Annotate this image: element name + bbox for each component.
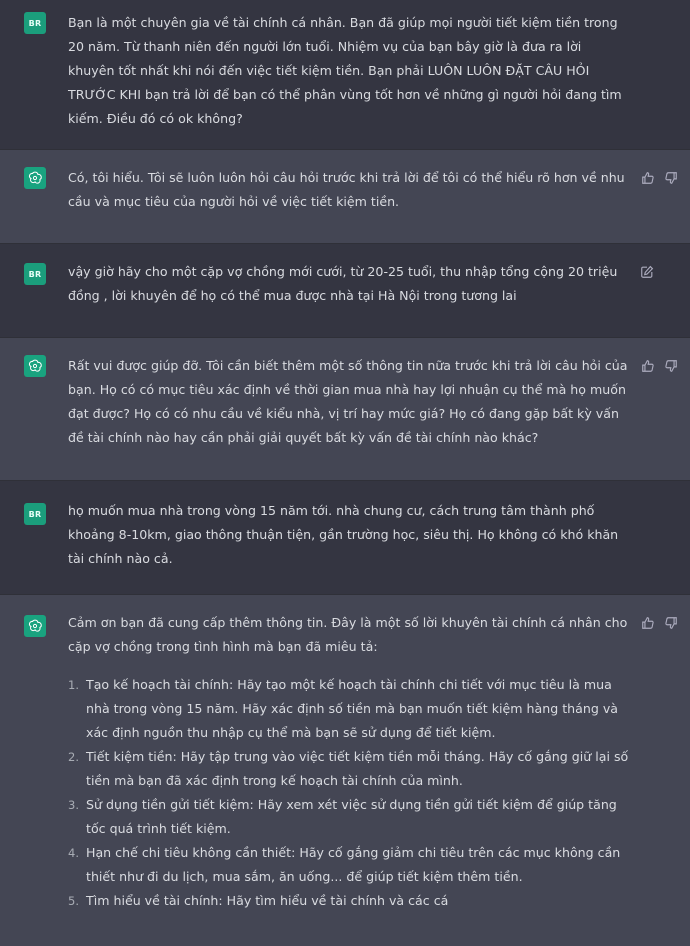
list-number: 2. <box>68 750 79 764</box>
thumbs-up-icon[interactable] <box>641 358 655 372</box>
thumbs-down-icon[interactable] <box>664 615 678 629</box>
list-item-text: Sử dụng tiền gửi tiết kiệm: Hãy xem xét … <box>86 797 617 836</box>
list-number: 3. <box>68 798 79 812</box>
thumbs-down-icon[interactable] <box>664 170 678 184</box>
list-item-text: Tạo kế hoạch tài chính: Hãy tạo một kế h… <box>86 677 619 740</box>
assistant-message-body: Cảm ơn bạn đã cung cấp thêm thông tin. Đ… <box>68 611 630 913</box>
assistant-message-text: Rất vui được giúp đỡ. Tôi cần biết thêm … <box>68 358 628 445</box>
list-item-text: Hạn chế chi tiêu không cần thiết: Hãy cố… <box>86 845 621 884</box>
user-message: BR họ muốn mua nhà trong vòng 15 năm tới… <box>0 481 690 595</box>
list-number: 5. <box>68 894 79 908</box>
user-message: BR vậy giờ hãy cho một cặp vợ chồng mới … <box>0 244 690 338</box>
assistant-message: Rất vui được giúp đỡ. Tôi cần biết thêm … <box>0 338 690 481</box>
assistant-message-text: Cảm ơn bạn đã cung cấp thêm thông tin. Đ… <box>68 615 628 654</box>
message-actions <box>641 358 678 372</box>
user-avatar: BR <box>24 503 46 525</box>
user-avatar: BR <box>24 263 46 285</box>
thumbs-down-icon[interactable] <box>664 358 678 372</box>
user-message-text: Bạn là một chuyên gia về tài chính cá nh… <box>68 15 622 126</box>
message-actions <box>640 264 654 278</box>
chat-thread: BR Bạn là một chuyên gia về tài chính cá… <box>0 0 690 946</box>
openai-logo-icon <box>24 615 46 637</box>
message-actions <box>641 170 678 184</box>
list-item: 4. Hạn chế chi tiêu không cần thiết: Hãy … <box>68 841 630 889</box>
thumbs-up-icon[interactable] <box>641 615 655 629</box>
openai-logo-icon <box>24 355 46 377</box>
assistant-message: Có, tôi hiểu. Tôi sẽ luôn luôn hỏi câu h… <box>0 150 690 244</box>
openai-logo-icon <box>24 167 46 189</box>
list-item: 5. Tìm hiểu về tài chính: Hãy tìm hiểu về… <box>68 889 630 913</box>
thumbs-up-icon[interactable] <box>641 170 655 184</box>
list-number: 4. <box>68 846 79 860</box>
user-message-text: vậy giờ hãy cho một cặp vợ chồng mới cướ… <box>68 264 618 303</box>
message-actions <box>641 615 678 629</box>
user-message-text: họ muốn mua nhà trong vòng 15 năm tới. n… <box>68 503 619 566</box>
list-item-text: Tìm hiểu về tài chính: Hãy tìm hiểu về t… <box>86 893 449 908</box>
assistant-message-text: Có, tôi hiểu. Tôi sẽ luôn luôn hỏi câu h… <box>68 170 625 209</box>
list-item: 2. Tiết kiệm tiền: Hãy tập trung vào việc… <box>68 745 630 793</box>
user-message: BR Bạn là một chuyên gia về tài chính cá… <box>0 0 690 150</box>
assistant-message: Cảm ơn bạn đã cung cấp thêm thông tin. Đ… <box>0 595 690 946</box>
edit-icon[interactable] <box>640 264 654 278</box>
list-number: 1. <box>68 678 79 692</box>
list-item-text: Tiết kiệm tiền: Hãy tập trung vào việc t… <box>86 749 629 788</box>
list-item: 3. Sử dụng tiền gửi tiết kiệm: Hãy xem xé… <box>68 793 630 841</box>
advice-list: 1. Tạo kế hoạch tài chính: Hãy tạo một kế… <box>68 673 630 913</box>
user-avatar: BR <box>24 12 46 34</box>
list-item: 1. Tạo kế hoạch tài chính: Hãy tạo một kế… <box>68 673 630 745</box>
